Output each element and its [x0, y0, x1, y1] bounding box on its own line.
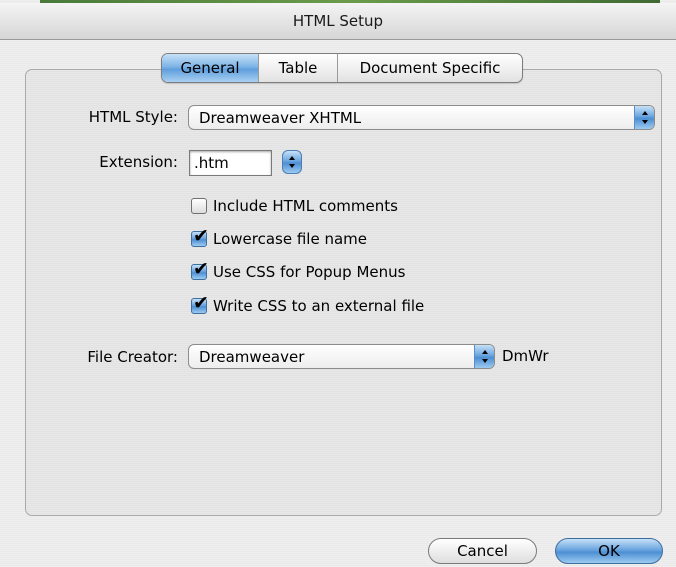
option-label: Use CSS for Popup Menus — [213, 263, 406, 281]
tab-general[interactable]: General — [162, 54, 258, 82]
popup-stepper-icon — [474, 345, 494, 368]
file-creator-value: Dreamweaver — [199, 347, 305, 366]
option-label: Lowercase file name — [213, 230, 368, 248]
tab-table[interactable]: Table — [258, 54, 337, 82]
tab-bar: General Table Document Specific — [161, 53, 523, 83]
html-style-value: Dreamweaver XHTML — [199, 108, 362, 127]
tab-panel — [25, 69, 662, 516]
html-setup-dialog: HTML Setup General Table Document Specif… — [0, 0, 676, 567]
cancel-button[interactable]: Cancel — [428, 538, 537, 564]
checkbox-lowercase-file-name[interactable]: ✔ — [191, 225, 209, 247]
option-label: Write CSS to an external file — [213, 297, 425, 315]
file-creator-code: DmWr — [502, 347, 549, 365]
html-style-popup[interactable]: Dreamweaver XHTML — [188, 105, 655, 130]
title-bar: HTML Setup — [0, 3, 676, 40]
extension-label: Extension: — [99, 153, 178, 171]
file-creator-popup[interactable]: Dreamweaver — [188, 344, 495, 369]
option-lowercase-file-name[interactable]: ✔ Lowercase file name — [191, 225, 368, 250]
file-creator-label: File Creator: — [87, 348, 178, 366]
html-style-label: HTML Style: — [88, 108, 178, 126]
option-use-css-popup-menus[interactable]: ✔ Use CSS for Popup Menus — [191, 258, 406, 283]
option-include-html-comments[interactable]: Include HTML comments — [191, 195, 398, 217]
option-write-css-external-file[interactable]: ✔ Write CSS to an external file — [191, 292, 425, 317]
checkbox-include-html-comments[interactable] — [191, 198, 207, 214]
popup-stepper-icon — [634, 106, 654, 129]
tab-document-specific[interactable]: Document Specific — [337, 54, 522, 82]
checkmark-icon: ✔ — [193, 225, 209, 247]
extension-popup-stepper-icon[interactable] — [282, 150, 302, 174]
checkmark-icon: ✔ — [193, 258, 209, 280]
option-label: Include HTML comments — [213, 197, 398, 215]
checkbox-use-css-popup-menus[interactable]: ✔ — [191, 258, 209, 280]
checkmark-icon: ✔ — [193, 292, 209, 314]
extension-field[interactable]: .htm — [189, 150, 272, 176]
ok-button[interactable]: OK — [555, 538, 663, 564]
window-title: HTML Setup — [292, 12, 384, 30]
checkbox-write-css-external-file[interactable]: ✔ — [191, 292, 209, 314]
